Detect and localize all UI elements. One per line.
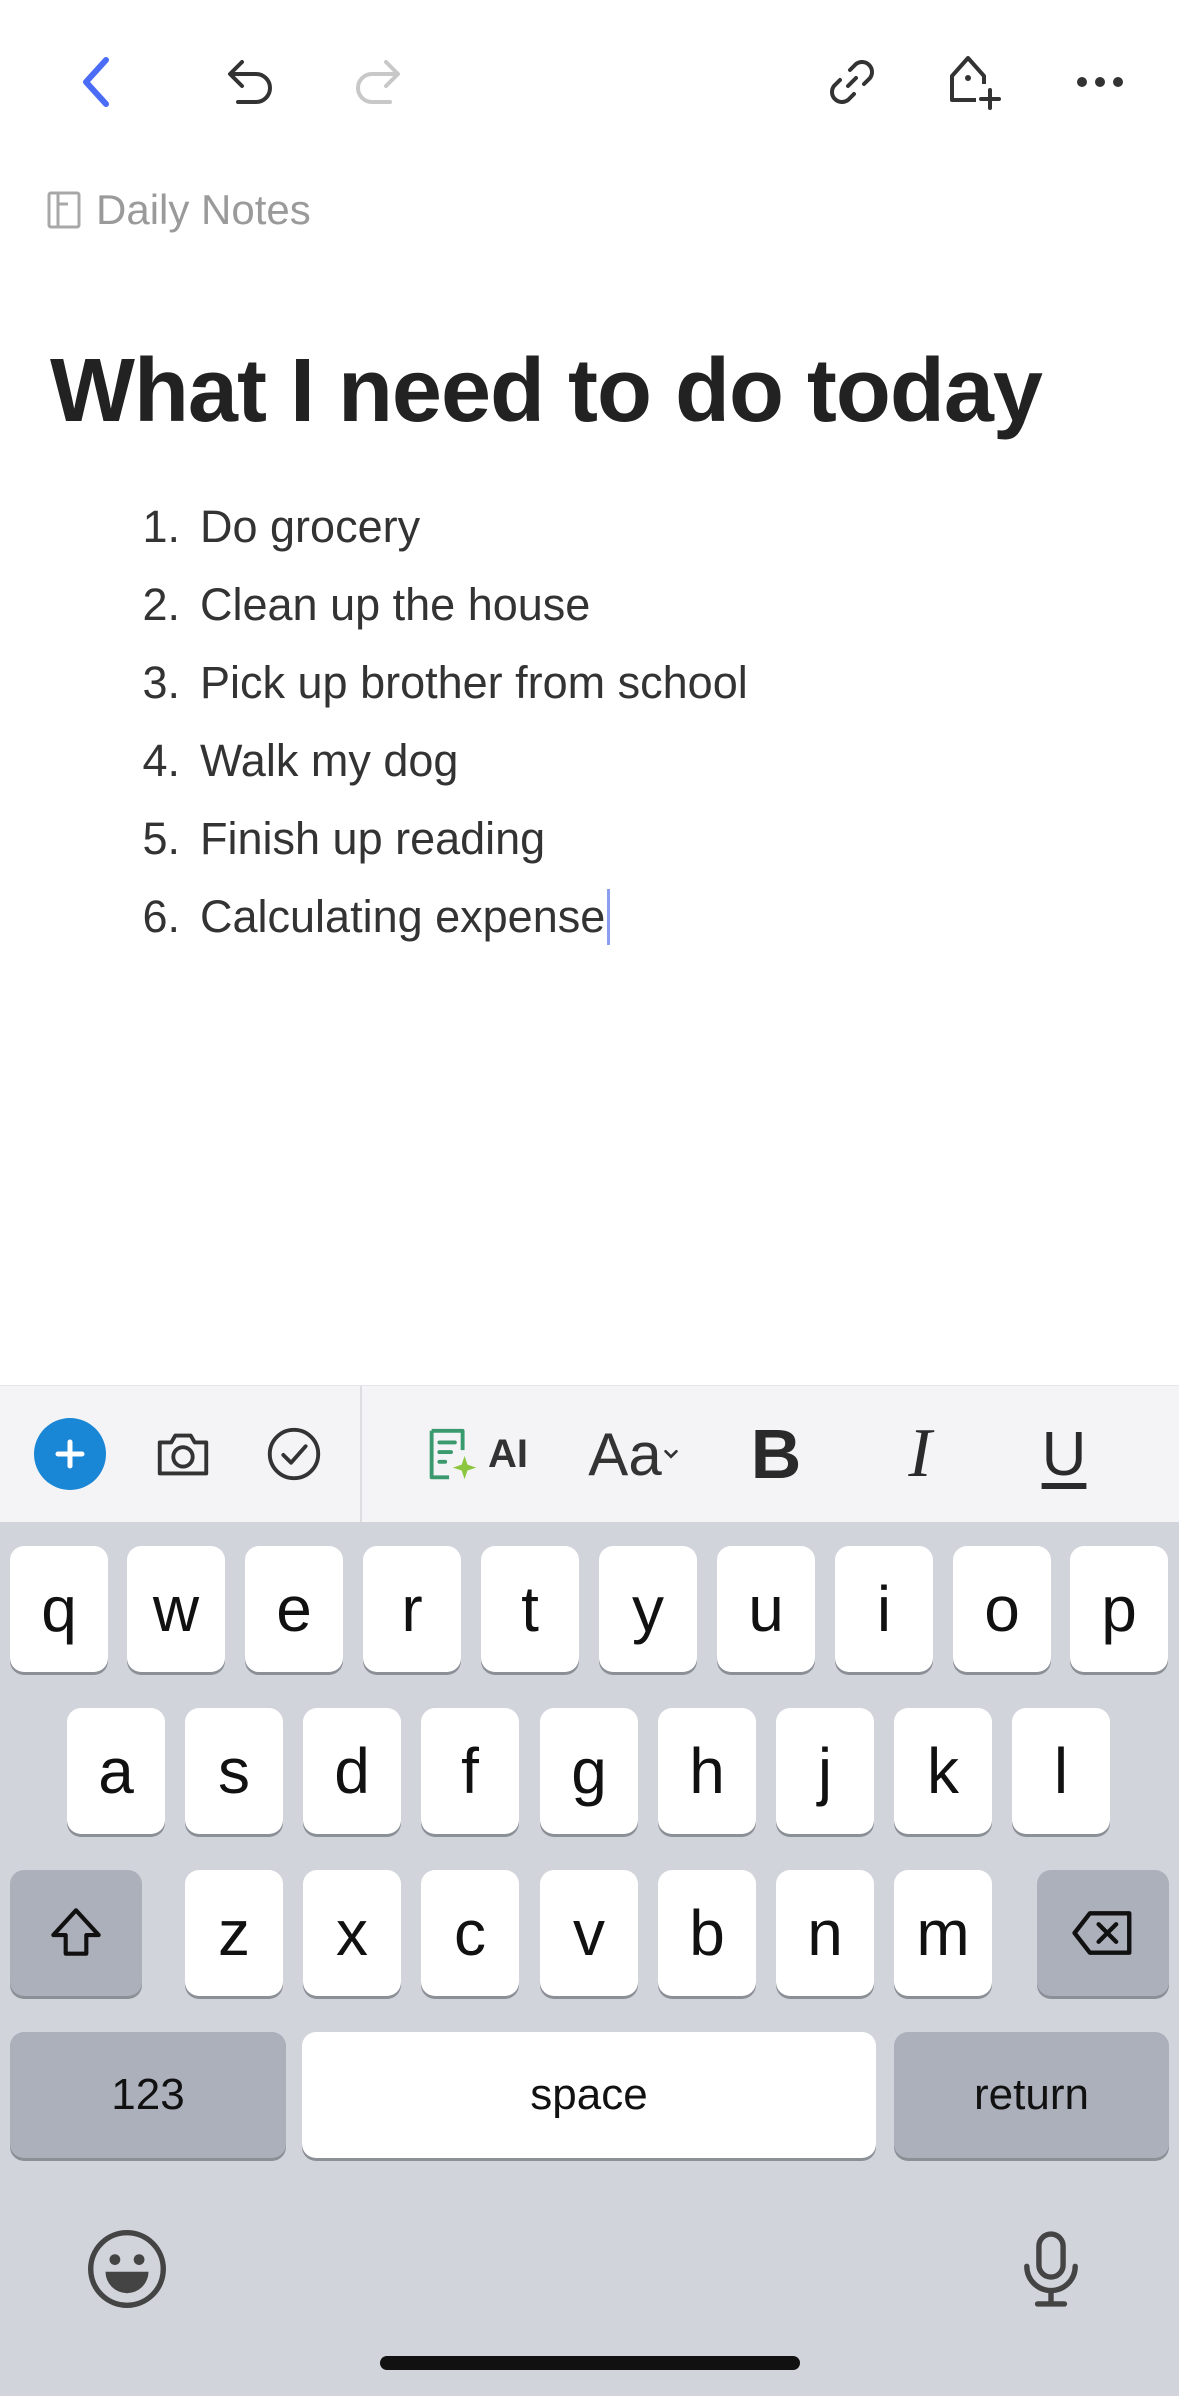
- more-button[interactable]: [1060, 42, 1140, 122]
- breadcrumb[interactable]: Daily Notes: [46, 182, 311, 238]
- list-item-text: Finish up reading: [200, 813, 546, 864]
- numbers-key[interactable]: 123: [10, 2032, 286, 2158]
- shift-key[interactable]: [10, 1870, 142, 1996]
- top-toolbar: [0, 0, 1179, 170]
- share-button[interactable]: [932, 42, 1012, 122]
- link-icon: [830, 60, 874, 104]
- return-key[interactable]: return: [894, 2032, 1169, 2158]
- underline-button[interactable]: U: [1028, 1404, 1100, 1504]
- list-number: 5.: [142, 813, 180, 864]
- check-circle-icon: [267, 1427, 321, 1481]
- text-cursor: [607, 889, 611, 945]
- ai-document-icon: [429, 1428, 477, 1480]
- bold-button[interactable]: B: [740, 1404, 812, 1504]
- key-d[interactable]: d: [303, 1708, 401, 1834]
- copy-link-button[interactable]: [812, 42, 892, 122]
- key-w[interactable]: w: [127, 1546, 225, 1672]
- delete-key[interactable]: [1037, 1870, 1169, 1996]
- key-e[interactable]: e: [245, 1546, 343, 1672]
- list-number: 3.: [142, 657, 180, 708]
- key-x[interactable]: x: [303, 1870, 401, 1996]
- redo-icon: [356, 60, 400, 104]
- key-b[interactable]: b: [658, 1870, 756, 1996]
- list-item-text: Clean up the house: [200, 579, 591, 630]
- list-item[interactable]: 6. Calculating expense: [110, 878, 1110, 956]
- key-p[interactable]: p: [1070, 1546, 1168, 1672]
- page-title[interactable]: What I need to do today: [50, 340, 1043, 443]
- list-number: 2.: [142, 579, 180, 630]
- key-k[interactable]: k: [894, 1708, 992, 1834]
- key-n[interactable]: n: [776, 1870, 874, 1996]
- list-item-text: Pick up brother from school: [200, 657, 748, 708]
- key-q[interactable]: q: [10, 1546, 108, 1672]
- list-item-text: Do grocery: [200, 501, 421, 552]
- emoji-button[interactable]: [80, 2222, 174, 2316]
- key-h[interactable]: h: [658, 1708, 756, 1834]
- undo-button[interactable]: [208, 42, 288, 122]
- chevron-left-icon: [83, 57, 109, 107]
- camera-button[interactable]: [148, 1404, 218, 1504]
- microphone-icon: [1024, 2231, 1078, 2307]
- key-f[interactable]: f: [421, 1708, 519, 1834]
- text-style-label: Aa: [588, 1420, 662, 1488]
- back-button[interactable]: [58, 42, 138, 122]
- underline-label: U: [1041, 1419, 1087, 1489]
- ai-button[interactable]: AI: [414, 1404, 534, 1504]
- key-r[interactable]: r: [363, 1546, 461, 1672]
- ai-label: AI: [488, 1431, 528, 1476]
- list-item[interactable]: 1. Do grocery: [110, 488, 1110, 566]
- home-indicator: [380, 2356, 800, 2370]
- shift-icon: [51, 1908, 101, 1956]
- plus-icon: [34, 1418, 106, 1490]
- key-l[interactable]: l: [1012, 1708, 1110, 1834]
- list-item-text: Walk my dog: [200, 735, 459, 786]
- dictation-button[interactable]: [1004, 2222, 1098, 2316]
- breadcrumb-label: Daily Notes: [96, 186, 311, 233]
- text-style-button[interactable]: Aa: [586, 1404, 682, 1504]
- key-t[interactable]: t: [481, 1546, 579, 1672]
- italic-label: I: [908, 1415, 932, 1492]
- checklist-button[interactable]: [258, 1404, 330, 1504]
- format-toolbar: AI Aa B I U: [0, 1385, 1179, 1523]
- space-key[interactable]: space: [302, 2032, 876, 2158]
- emoji-icon: [88, 2230, 166, 2308]
- list-item[interactable]: 5. Finish up reading: [110, 800, 1110, 878]
- insert-button[interactable]: [32, 1404, 108, 1504]
- key-c[interactable]: c: [421, 1870, 519, 1996]
- bold-label: B: [750, 1415, 802, 1493]
- list-number: 1.: [142, 501, 180, 552]
- key-o[interactable]: o: [953, 1546, 1051, 1672]
- key-m[interactable]: m: [894, 1870, 992, 1996]
- toolbar-divider: [360, 1386, 362, 1523]
- backspace-icon: [1072, 1911, 1132, 1955]
- key-a[interactable]: a: [67, 1708, 165, 1834]
- list-item[interactable]: 3. Pick up brother from school: [110, 644, 1110, 722]
- key-i[interactable]: i: [835, 1546, 933, 1672]
- list-item[interactable]: 4. Walk my dog: [110, 722, 1110, 800]
- chevron-down-icon: [663, 1449, 678, 1459]
- key-v[interactable]: v: [540, 1870, 638, 1996]
- key-s[interactable]: s: [185, 1708, 283, 1834]
- key-g[interactable]: g: [540, 1708, 638, 1834]
- keyboard: q w e r t y u i o p a s d f g h j k l z …: [0, 1522, 1179, 2396]
- key-y[interactable]: y: [599, 1546, 697, 1672]
- list-item[interactable]: 2. Clean up the house: [110, 566, 1110, 644]
- notebook-icon: [47, 191, 81, 229]
- undo-icon: [228, 60, 272, 104]
- list-number: 4.: [142, 735, 180, 786]
- list-item-text: Calculating expense: [200, 891, 606, 942]
- more-icon: [1077, 77, 1123, 87]
- list-number: 6.: [142, 891, 180, 942]
- share-icon: [950, 56, 1001, 110]
- todo-list: 1. Do grocery 2. Clean up the house 3. Pick…: [110, 488, 1110, 956]
- key-z[interactable]: z: [185, 1870, 283, 1996]
- redo-button[interactable]: [340, 42, 420, 122]
- italic-button[interactable]: I: [884, 1404, 956, 1504]
- camera-icon: [157, 1433, 209, 1476]
- key-j[interactable]: j: [776, 1708, 874, 1834]
- key-u[interactable]: u: [717, 1546, 815, 1672]
